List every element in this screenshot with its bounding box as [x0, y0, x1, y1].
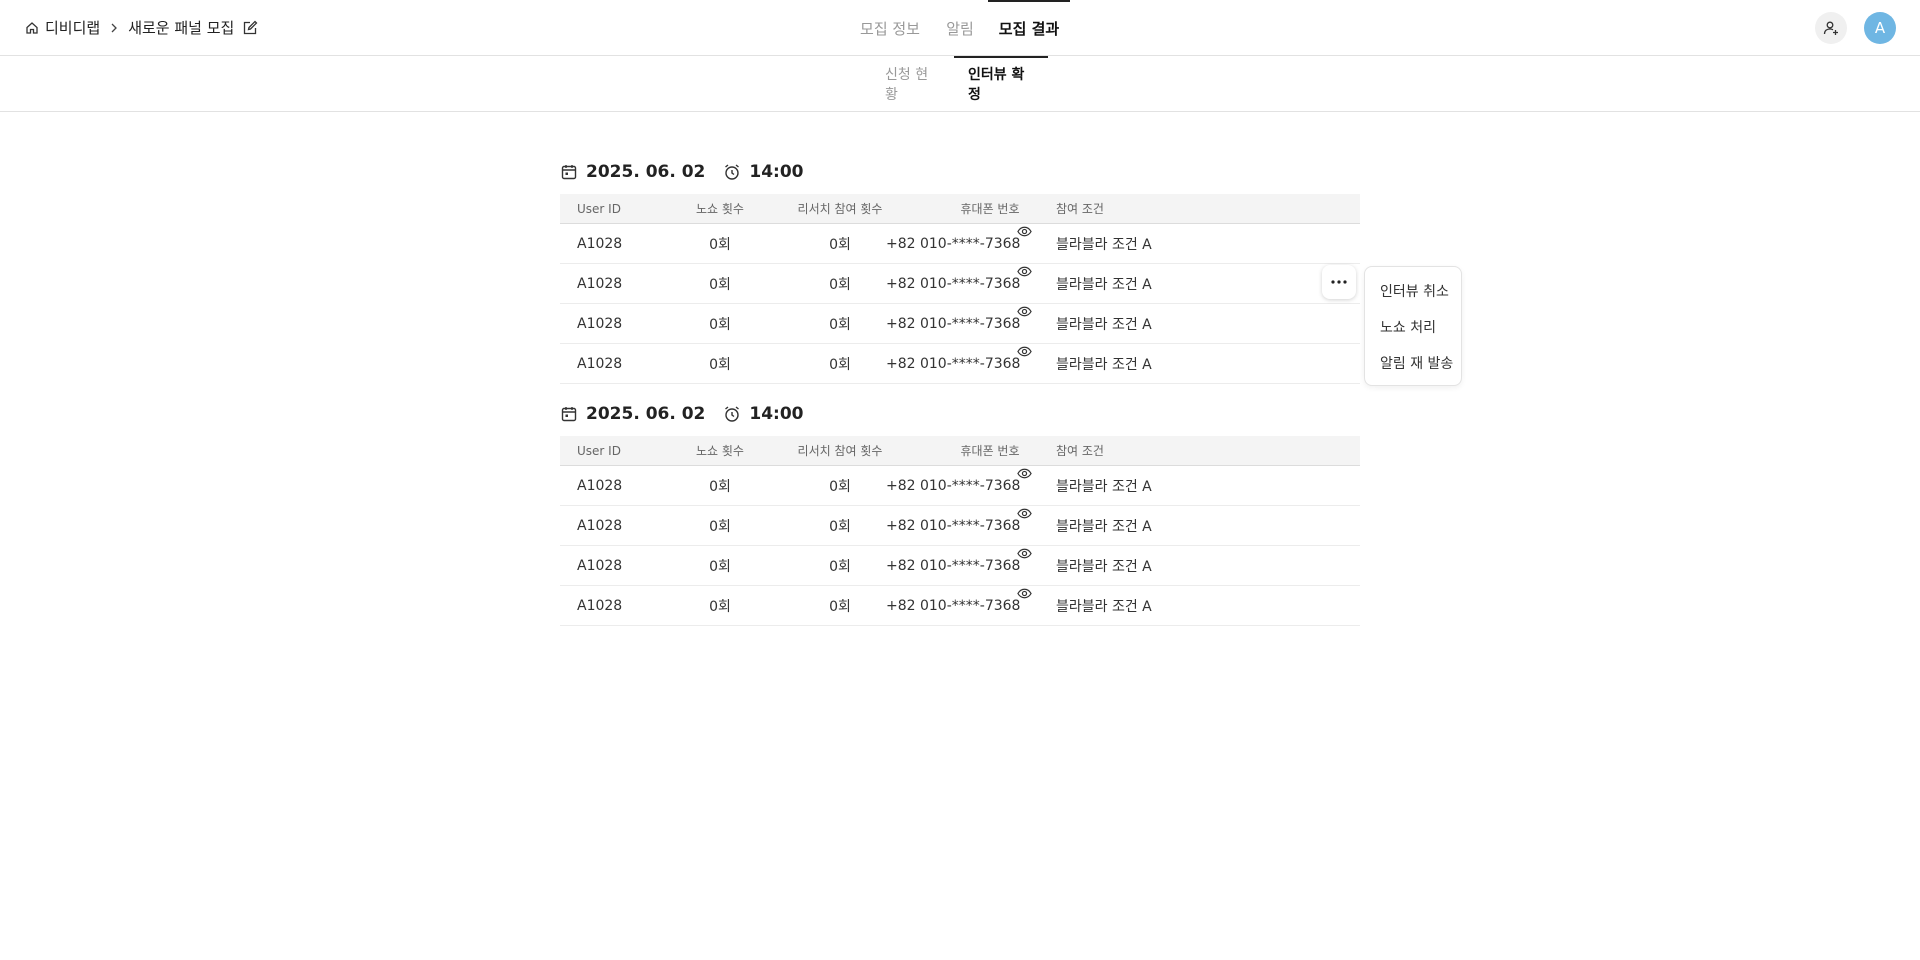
cell-noshow: 0회 — [709, 316, 731, 333]
table-row[interactable]: A1028 0회 0회 +82 010-****-7368 블라블라 조건 A — [560, 466, 1360, 506]
cell-user-id: A1028 — [577, 315, 623, 332]
main-tabs: 모집 정보 알림 모집 결과 — [0, 0, 1920, 58]
column-header-noshow: 노쇼 횟수 — [696, 202, 744, 216]
column-header-user-id: User ID — [577, 443, 621, 458]
alarm-clock-icon — [723, 405, 741, 423]
row-more-button[interactable] — [1322, 265, 1356, 299]
cell-research-count: 0회 — [829, 316, 851, 333]
column-header-noshow: 노쇼 횟수 — [696, 444, 744, 458]
table-row[interactable]: A1028 0회 0회 +82 010-****-7368 블라블라 조건 A — [560, 264, 1360, 304]
column-header-condition: 참여 조건 — [1056, 202, 1104, 216]
cell-research-count: 0회 — [829, 598, 851, 615]
cell-noshow: 0회 — [709, 356, 731, 373]
cell-condition: 블라블라 조건 A — [1056, 598, 1152, 615]
schedule-date: 2025. 06. 02 — [586, 404, 706, 424]
table-row[interactable]: A1028 0회 0회 +82 010-****-7368 블라블라 조건 A — [560, 224, 1360, 264]
eye-icon[interactable] — [1017, 264, 1032, 279]
menu-item-cancel-interview[interactable]: 인터뷰 취소 — [1365, 273, 1461, 309]
cell-noshow: 0회 — [709, 598, 731, 615]
subtab-application-status[interactable]: 신청 현황 — [885, 56, 939, 112]
row-action-menu: 인터뷰 취소 노쇼 처리 알림 재 발송 — [1364, 266, 1462, 386]
sub-tabs: 신청 현황 인터뷰 확정 — [0, 56, 1920, 112]
column-header-phone: 휴대폰 번호 — [960, 202, 1020, 216]
table-row[interactable]: A1028 0회 0회 +82 010-****-7368 블라블라 조건 A — [560, 506, 1360, 546]
cell-condition: 블라블라 조건 A — [1056, 478, 1152, 495]
cell-phone: +82 010-****-7368 — [886, 275, 1021, 292]
column-header-user-id: User ID — [577, 201, 621, 216]
table-row[interactable]: A1028 0회 0회 +82 010-****-7368 블라블라 조건 A — [560, 304, 1360, 344]
eye-icon[interactable] — [1017, 586, 1032, 601]
eye-icon[interactable] — [1017, 506, 1032, 521]
cell-research-count: 0회 — [829, 518, 851, 535]
top-header: 디비디랩 새로운 패널 모집 모집 정보 알림 모집 결과 A — [0, 0, 1920, 58]
schedule-group: 2025. 06. 02 14:00 User ID 노쇼 횟수 리서치 참여 … — [560, 399, 1360, 626]
more-horizontal-icon — [1331, 280, 1347, 284]
cell-user-id: A1028 — [577, 597, 623, 614]
eye-icon[interactable] — [1017, 546, 1032, 561]
eye-icon[interactable] — [1017, 304, 1032, 319]
table-header: User ID 노쇼 횟수 리서치 참여 횟수 휴대폰 번호 참여 조건 — [560, 194, 1360, 224]
cell-user-id: A1028 — [577, 517, 623, 534]
cell-condition: 블라블라 조건 A — [1056, 276, 1152, 293]
cell-phone: +82 010-****-7368 — [886, 477, 1021, 494]
cell-research-count: 0회 — [829, 478, 851, 495]
cell-noshow: 0회 — [709, 558, 731, 575]
cell-noshow: 0회 — [709, 478, 731, 495]
table-row[interactable]: A1028 0회 0회 +82 010-****-7368 블라블라 조건 A — [560, 344, 1360, 384]
tab-notification[interactable]: 알림 — [941, 0, 979, 56]
schedule-time: 14:00 — [749, 404, 804, 424]
cell-research-count: 0회 — [829, 558, 851, 575]
cell-research-count: 0회 — [829, 356, 851, 373]
column-header-condition: 참여 조건 — [1056, 444, 1104, 458]
table-row[interactable]: A1028 0회 0회 +82 010-****-7368 블라블라 조건 A — [560, 546, 1360, 586]
schedule-header: 2025. 06. 02 14:00 — [560, 157, 1360, 187]
cell-user-id: A1028 — [577, 275, 623, 292]
avatar[interactable]: A — [1864, 12, 1896, 44]
add-user-icon — [1823, 20, 1839, 36]
cell-user-id: A1028 — [577, 477, 623, 494]
menu-item-resend-notification[interactable]: 알림 재 발송 — [1365, 345, 1461, 381]
interview-table: User ID 노쇼 횟수 리서치 참여 횟수 휴대폰 번호 참여 조건 A10… — [560, 436, 1360, 626]
eye-icon[interactable] — [1017, 466, 1032, 481]
cell-noshow: 0회 — [709, 236, 731, 253]
schedule-date: 2025. 06. 02 — [586, 162, 706, 182]
cell-phone: +82 010-****-7368 — [886, 517, 1021, 534]
eye-icon[interactable] — [1017, 224, 1032, 239]
eye-icon[interactable] — [1017, 344, 1032, 359]
cell-user-id: A1028 — [577, 557, 623, 574]
cell-condition: 블라블라 조건 A — [1056, 236, 1152, 253]
table-row[interactable]: A1028 0회 0회 +82 010-****-7368 블라블라 조건 A — [560, 586, 1360, 626]
table-header: User ID 노쇼 횟수 리서치 참여 횟수 휴대폰 번호 참여 조건 — [560, 436, 1360, 466]
cell-noshow: 0회 — [709, 276, 731, 293]
tab-recruit-result[interactable]: 모집 결과 — [954, 0, 1070, 58]
calendar-icon — [560, 163, 578, 181]
cell-noshow: 0회 — [709, 518, 731, 535]
cell-phone: +82 010-****-7368 — [886, 557, 1021, 574]
cell-condition: 블라블라 조건 A — [1056, 558, 1152, 575]
cell-phone: +82 010-****-7368 — [886, 235, 1021, 252]
column-header-research-count: 리서치 참여 횟수 — [797, 202, 883, 216]
cell-phone: +82 010-****-7368 — [886, 315, 1021, 332]
cell-phone: +82 010-****-7368 — [886, 597, 1021, 614]
schedule-header: 2025. 06. 02 14:00 — [560, 399, 1360, 429]
cell-condition: 블라블라 조건 A — [1056, 356, 1152, 373]
cell-condition: 블라블라 조건 A — [1056, 518, 1152, 535]
menu-item-mark-noshow[interactable]: 노쇼 처리 — [1365, 309, 1461, 345]
cell-user-id: A1028 — [577, 235, 623, 252]
cell-condition: 블라블라 조건 A — [1056, 316, 1152, 333]
schedule-group: 2025. 06. 02 14:00 User ID 노쇼 횟수 리서치 참여 … — [560, 157, 1360, 384]
cell-phone: +82 010-****-7368 — [886, 355, 1021, 372]
subtab-interview-confirmed[interactable]: 인터뷰 확정 — [968, 56, 1034, 112]
column-header-research-count: 리서치 참여 횟수 — [797, 444, 883, 458]
cell-user-id: A1028 — [577, 355, 623, 372]
add-user-button[interactable] — [1815, 12, 1847, 44]
cell-research-count: 0회 — [829, 276, 851, 293]
alarm-clock-icon — [723, 163, 741, 181]
cell-research-count: 0회 — [829, 236, 851, 253]
tab-recruit-info[interactable]: 모집 정보 — [860, 0, 920, 56]
schedule-time: 14:00 — [749, 162, 804, 182]
calendar-icon — [560, 405, 578, 423]
interview-table: User ID 노쇼 횟수 리서치 참여 횟수 휴대폰 번호 참여 조건 A10… — [560, 194, 1360, 384]
column-header-phone: 휴대폰 번호 — [960, 444, 1020, 458]
